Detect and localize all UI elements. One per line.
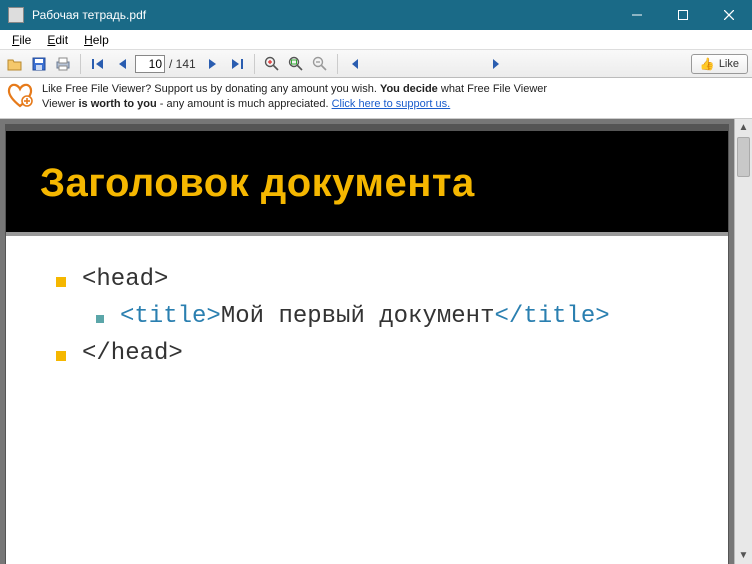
bullet-icon [56,351,66,361]
save-button[interactable] [28,53,50,75]
window-controls [614,0,752,30]
menu-edit[interactable]: Edit [41,32,74,48]
separator [254,54,255,74]
zoom-in-button[interactable] [261,53,283,75]
minimize-button[interactable] [614,0,660,30]
slide-title: Заголовок документа [40,161,694,206]
scrollbar-thumb[interactable] [737,137,750,177]
first-page-button[interactable] [87,53,109,75]
scroll-up-arrow[interactable]: ▲ [735,119,752,136]
bullet-line: <head> [56,266,708,293]
code-text: <title>Мой первый документ</title> [120,303,610,330]
code-text: <head> [82,266,168,293]
titlebar: Рабочая тетрадь.pdf [0,0,752,30]
thumbs-up-icon: 👍 [700,57,715,71]
scroll-down-arrow[interactable]: ▼ [735,547,752,564]
content-area: Заголовок документа <head> <title>Мой пе… [0,119,752,564]
zoom-fit-button[interactable] [285,53,307,75]
vertical-scrollbar[interactable]: ▲ ▼ [734,119,752,564]
prev-page-button[interactable] [111,53,133,75]
menu-help[interactable]: Help [78,32,115,48]
maximize-button[interactable] [660,0,706,30]
app-icon [8,7,24,23]
banner-text: Like Free File Viewer? Support us by don… [42,82,547,112]
heart-plus-icon [6,82,34,108]
slide-body: <head> <title>Мой первый документ</title… [6,236,728,367]
separator [80,54,81,74]
support-link[interactable]: Click here to support us. [332,98,451,110]
like-button[interactable]: 👍 Like [691,54,748,74]
bullet-line: <title>Мой первый документ</title> [96,303,708,330]
window-title: Рабочая тетрадь.pdf [32,8,614,22]
donate-banner: Like Free File Viewer? Support us by don… [0,78,752,119]
like-label: Like [719,58,739,70]
page-number-input[interactable] [135,55,165,73]
toolbar: / 141 👍 Like [0,50,752,78]
bullet-icon [96,315,104,323]
document-viewport[interactable]: Заголовок документа <head> <title>Мой пе… [0,119,734,564]
pdf-page: Заголовок документа <head> <title>Мой пе… [6,125,728,564]
next-page-button[interactable] [202,53,224,75]
menubar: File Edit Help [0,30,752,50]
separator [337,54,338,74]
close-button[interactable] [706,0,752,30]
code-text: </head> [82,340,183,367]
zoom-out-button[interactable] [309,53,331,75]
page-total-label: / 141 [167,57,200,71]
bullet-line: </head> [56,340,708,367]
print-button[interactable] [52,53,74,75]
bullet-icon [56,277,66,287]
scroll-left-button[interactable] [344,53,366,75]
slide-header: Заголовок документа [6,125,728,236]
open-button[interactable] [4,53,26,75]
last-page-button[interactable] [226,53,248,75]
menu-file[interactable]: File [6,32,37,48]
scroll-right-button[interactable] [485,53,507,75]
